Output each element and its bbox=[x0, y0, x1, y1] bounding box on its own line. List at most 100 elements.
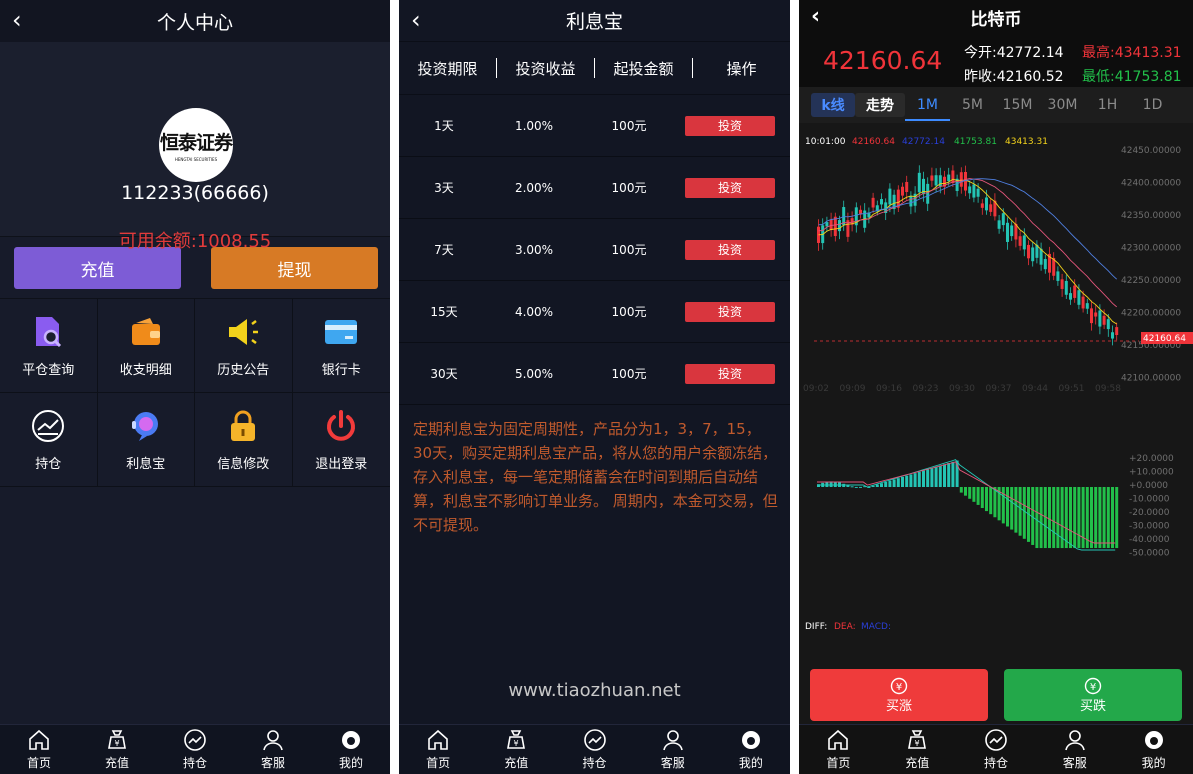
nav-recharge[interactable]: ¥ 充值 bbox=[78, 725, 156, 774]
svg-text:¥: ¥ bbox=[514, 739, 519, 748]
back-arrow-icon[interactable]: ‹ bbox=[12, 8, 22, 32]
candle-body bbox=[1073, 285, 1077, 298]
menu-bank-card[interactable]: 银行卡 bbox=[292, 299, 390, 393]
macd-bar bbox=[968, 487, 972, 499]
price-tag-text: 42160.64 bbox=[1143, 334, 1186, 344]
nav-mine[interactable]: 我的 bbox=[712, 725, 790, 774]
balance: 可用余额:1008.55 bbox=[0, 227, 390, 253]
time-tick-label: 09:58 bbox=[1095, 384, 1121, 394]
nav-positions[interactable]: 持仓 bbox=[957, 725, 1036, 774]
invest-button[interactable]: 投资 bbox=[685, 177, 775, 198]
invest-button[interactable]: 投资 bbox=[685, 115, 775, 136]
macd-bar bbox=[905, 475, 909, 487]
nav-label: 首页 bbox=[426, 756, 451, 770]
macd-bar bbox=[854, 486, 858, 488]
nav-mine[interactable]: 我的 bbox=[1114, 725, 1193, 774]
menu-logout[interactable]: 退出登录 bbox=[292, 393, 390, 487]
back-arrow-icon[interactable]: ‹ bbox=[811, 5, 820, 29]
nav-label: 持仓 bbox=[182, 756, 207, 770]
macd-bar bbox=[972, 487, 976, 502]
time-tick-label: 09:30 bbox=[949, 384, 975, 394]
nav-positions[interactable]: 持仓 bbox=[156, 725, 234, 774]
tab-trend[interactable]: 走势 bbox=[855, 93, 905, 117]
support-bubble-icon bbox=[127, 407, 165, 445]
macd-bar bbox=[875, 484, 879, 487]
svg-text:¥: ¥ bbox=[114, 739, 119, 748]
tab-1d[interactable]: 1D bbox=[1130, 97, 1175, 113]
nav-mine[interactable]: 我的 bbox=[312, 725, 390, 774]
prev-value: 42160.52 bbox=[996, 69, 1064, 85]
nav-label: 客服 bbox=[660, 756, 685, 770]
invest-button[interactable]: 投资 bbox=[685, 239, 775, 260]
candle-body bbox=[1111, 332, 1114, 339]
nav-recharge[interactable]: ¥ 充值 bbox=[878, 725, 957, 774]
nav-service[interactable]: 客服 bbox=[1035, 725, 1114, 774]
file-search-icon bbox=[29, 313, 67, 351]
company-logo: 恒泰证券 HENGTAI SECURITIES bbox=[159, 108, 233, 182]
macd-tick-label: +10.0000 bbox=[1129, 468, 1174, 478]
menu-edit-info[interactable]: 信息修改 bbox=[195, 393, 293, 487]
menu-positions[interactable]: 持仓 bbox=[0, 393, 98, 487]
candle-body bbox=[985, 197, 988, 211]
candle-body bbox=[1106, 319, 1110, 330]
buy-up-label: 买涨 bbox=[885, 698, 912, 714]
back-arrow-icon[interactable]: ‹ bbox=[411, 8, 421, 32]
tab-1m[interactable]: 1M bbox=[905, 97, 950, 121]
profile-header: ‹ 个人中心 bbox=[0, 0, 390, 42]
time-tick-label: 09:44 bbox=[1022, 384, 1048, 394]
candle-body bbox=[968, 186, 972, 194]
menu-close-position-query[interactable]: 平仓查询 bbox=[0, 299, 98, 393]
nav-service[interactable]: 客服 bbox=[634, 725, 712, 774]
price-axis: 42450.00000 42400.00000 42350.00000 42300.0… bbox=[1121, 146, 1181, 384]
nav-label: 充值 bbox=[104, 756, 129, 770]
menu-history-notice[interactable]: 历史公告 bbox=[195, 299, 293, 393]
time-tick-label: 09:37 bbox=[986, 384, 1012, 394]
invest-button[interactable]: 投资 bbox=[685, 363, 775, 384]
interest-header: ‹ 利息宝 bbox=[399, 0, 790, 42]
min-amount-cell: 100元 bbox=[611, 243, 647, 257]
tab-kline[interactable]: k线 bbox=[811, 93, 855, 117]
buy-down-button[interactable]: ¥ 买跌 bbox=[1004, 669, 1182, 721]
menu-interest-treasure[interactable]: 利息宝 bbox=[97, 393, 195, 487]
kline-chart[interactable]: 10:01:00 42160.64 42772.14 41753.81 4341… bbox=[799, 125, 1193, 655]
macd-bar bbox=[850, 486, 854, 488]
candle-body bbox=[1018, 236, 1022, 246]
nav-recharge[interactable]: ¥ 充值 bbox=[477, 725, 555, 774]
buy-up-button[interactable]: ¥ 买涨 bbox=[810, 669, 988, 721]
tab-1h[interactable]: 1H bbox=[1085, 97, 1130, 113]
nav-home[interactable]: 首页 bbox=[399, 725, 477, 774]
term-cell: 7天 bbox=[434, 243, 454, 257]
time-tick-label: 09:51 bbox=[1059, 384, 1085, 394]
menu-label: 平仓查询 bbox=[22, 363, 75, 378]
macd-bar bbox=[1073, 487, 1077, 549]
nav-positions[interactable]: 持仓 bbox=[555, 725, 633, 774]
time-tick-label: 09:02 bbox=[803, 384, 829, 394]
withdraw-button[interactable]: 提现 bbox=[211, 247, 378, 289]
recharge-button[interactable]: 充值 bbox=[14, 247, 181, 289]
column-header: 投资收益 bbox=[515, 59, 576, 78]
time-tick-label: 09:23 bbox=[913, 384, 939, 394]
nav-home[interactable]: 首页 bbox=[0, 725, 78, 774]
macd-bar bbox=[833, 481, 837, 487]
macd-bar bbox=[884, 481, 888, 487]
macd-bar bbox=[951, 461, 955, 487]
nav-service[interactable]: 客服 bbox=[234, 725, 312, 774]
tab-30m[interactable]: 30M bbox=[1040, 97, 1085, 113]
table-header: 投资期限 投资收益 起投金额 操作 bbox=[399, 42, 790, 95]
macd-tick-label: -10.0000 bbox=[1129, 495, 1170, 505]
menu-label: 历史公告 bbox=[217, 363, 270, 378]
tab-15m[interactable]: 15M bbox=[995, 97, 1040, 113]
nav-label: 客服 bbox=[1062, 756, 1087, 770]
nav-home[interactable]: 首页 bbox=[799, 725, 878, 774]
menu-label: 利息宝 bbox=[126, 457, 166, 472]
menu-income-expense[interactable]: 收支明细 bbox=[97, 299, 195, 393]
chart-circle-icon bbox=[184, 729, 206, 751]
tab-5m[interactable]: 5M bbox=[950, 97, 995, 113]
ma-line bbox=[818, 178, 1118, 280]
macd-bar bbox=[896, 478, 900, 487]
invest-button[interactable]: 投资 bbox=[685, 301, 775, 322]
menu-label: 收支明细 bbox=[119, 363, 172, 378]
bank-card-icon bbox=[322, 313, 360, 351]
price-tick-label: 42100.00000 bbox=[1121, 374, 1181, 384]
macd-bar bbox=[930, 468, 934, 487]
